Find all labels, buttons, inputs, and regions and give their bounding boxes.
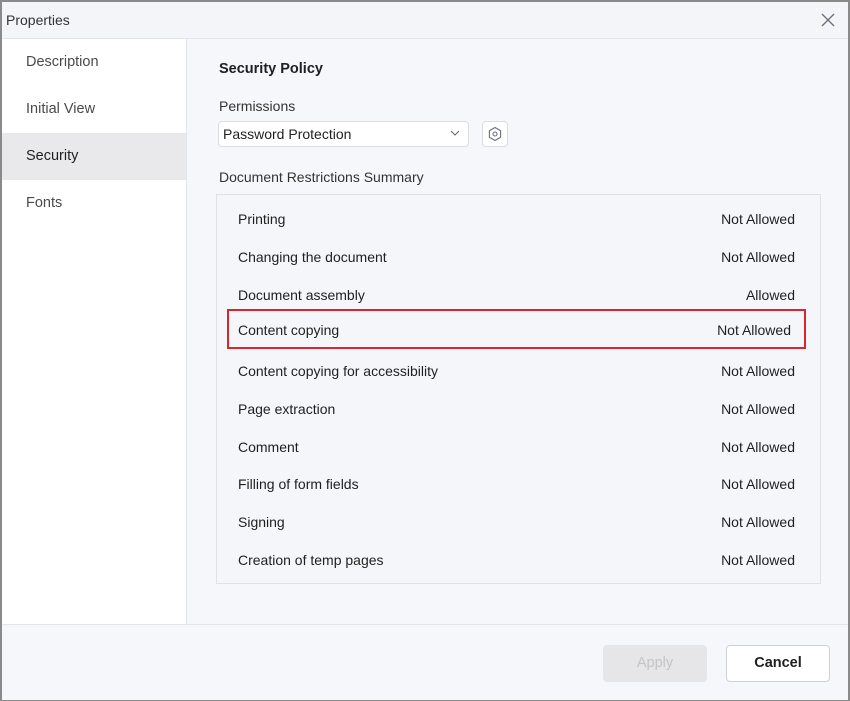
sidebar-item-label: Fonts bbox=[26, 195, 63, 211]
restriction-row-highlighted: Content copying Not Allowed bbox=[227, 309, 806, 349]
sidebar-item-initial-view[interactable]: Initial View bbox=[2, 86, 186, 133]
close-icon bbox=[821, 13, 835, 27]
restriction-row: Document assembly Allowed bbox=[238, 287, 795, 303]
permission-settings-button[interactable] bbox=[482, 121, 508, 147]
permissions-label: Permissions bbox=[219, 98, 296, 114]
dialog-footer: Apply Cancel bbox=[2, 624, 848, 700]
hexagon-settings-icon bbox=[488, 126, 502, 142]
sidebar-item-security[interactable]: Security bbox=[2, 133, 186, 180]
dialog-title: Properties bbox=[6, 12, 70, 28]
sidebar: Description Initial View Security Fonts bbox=[2, 39, 187, 624]
restriction-row: Creation of temp pages Not Allowed bbox=[238, 552, 795, 568]
restriction-row: Content copying for accessibility Not Al… bbox=[238, 363, 795, 379]
sidebar-item-label: Initial View bbox=[26, 101, 96, 117]
close-button[interactable] bbox=[820, 12, 836, 28]
security-panel: Security Policy Permissions Password Pro… bbox=[187, 39, 848, 624]
restriction-row: Filling of form fields Not Allowed bbox=[238, 476, 795, 492]
apply-button[interactable]: Apply bbox=[603, 645, 707, 682]
cancel-button[interactable]: Cancel bbox=[726, 645, 830, 682]
sidebar-item-label: Security bbox=[26, 148, 79, 164]
permissions-value: Password Protection bbox=[223, 126, 352, 142]
sidebar-item-label: Description bbox=[26, 54, 99, 70]
restriction-row: Printing Not Allowed bbox=[238, 211, 795, 227]
title-bar: Properties bbox=[2, 2, 848, 39]
permissions-dropdown[interactable]: Password Protection bbox=[218, 121, 469, 147]
restrictions-summary-label: Document Restrictions Summary bbox=[219, 169, 424, 185]
restrictions-list: Printing Not Allowed Changing the docume… bbox=[216, 194, 821, 584]
restriction-row: Page extraction Not Allowed bbox=[238, 401, 795, 417]
section-title: Security Policy bbox=[219, 61, 323, 77]
chevron-down-icon bbox=[450, 130, 460, 136]
sidebar-item-description[interactable]: Description bbox=[2, 39, 186, 86]
restriction-row: Signing Not Allowed bbox=[238, 514, 795, 530]
restriction-row: Changing the document Not Allowed bbox=[238, 249, 795, 265]
restriction-row: Comment Not Allowed bbox=[238, 439, 795, 455]
sidebar-item-fonts[interactable]: Fonts bbox=[2, 180, 186, 227]
properties-dialog: Properties Description Initial View Secu… bbox=[0, 0, 850, 701]
